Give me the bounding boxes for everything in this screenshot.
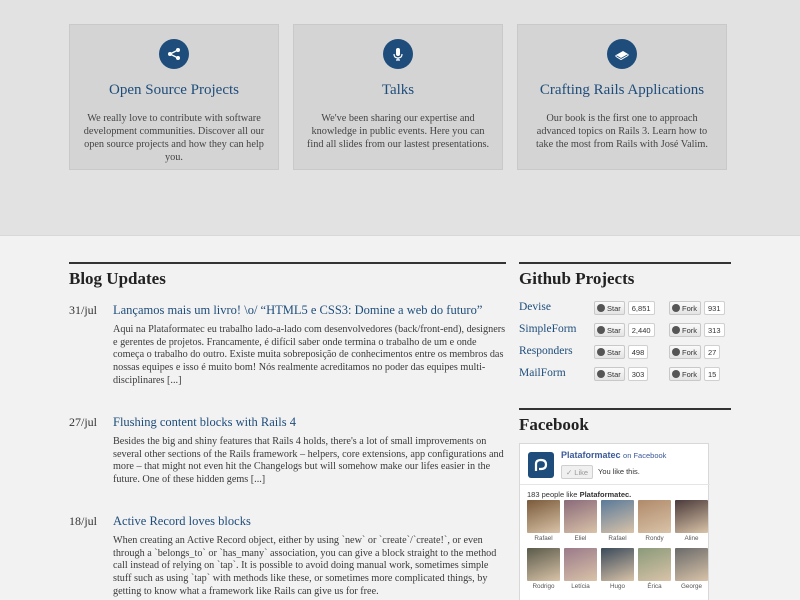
github-octocat-icon xyxy=(672,326,680,334)
star-count[interactable]: 6,851 xyxy=(627,301,655,315)
fan-avatar[interactable]: Aline xyxy=(675,500,708,542)
github-heading: Github Projects xyxy=(519,269,635,288)
github-octocat-icon xyxy=(597,304,605,312)
post-date: 27/jul xyxy=(69,415,98,429)
feature-title[interactable]: Talks xyxy=(306,80,490,100)
github-octocat-icon xyxy=(672,304,680,312)
star-button[interactable]: Star 498 xyxy=(594,345,649,359)
fan-avatar[interactable]: Rafael xyxy=(527,500,560,542)
feature-text: We really love to contribute with softwa… xyxy=(83,113,265,163)
you-like-text: You like this. xyxy=(598,467,640,476)
post-title-link[interactable]: Lançamos mais um livro! \o/ “HTML5 e CSS… xyxy=(113,303,482,318)
fan-avatar[interactable]: Rondy xyxy=(638,500,671,542)
post-excerpt: Aqui na Plataformatec eu trabalho lado-a… xyxy=(113,324,506,386)
repo-link[interactable]: SimpleForm xyxy=(519,323,577,335)
repo-row-mailform: MailForm Star 303 Fork 15 xyxy=(519,367,731,385)
fork-button[interactable]: Fork 313 xyxy=(669,323,725,337)
fork-count[interactable]: 15 xyxy=(704,367,721,381)
divider xyxy=(520,484,710,485)
repo-row-devise: Devise Star 6,851 Fork 931 xyxy=(519,301,731,319)
star-button[interactable]: Star 6,851 xyxy=(594,301,655,315)
github-octocat-icon xyxy=(672,348,680,356)
repo-link[interactable]: MailForm xyxy=(519,367,566,379)
feature-title[interactable]: Crafting Rails Applications xyxy=(530,80,714,100)
facebook-rule xyxy=(519,408,731,410)
post-excerpt: When creating an Active Record object, e… xyxy=(113,535,497,597)
repo-link[interactable]: Responders xyxy=(519,345,573,357)
fork-button[interactable]: Fork 931 xyxy=(669,301,725,315)
github-octocat-icon xyxy=(597,348,605,356)
fan-avatar[interactable]: Hugo xyxy=(601,548,634,590)
github-octocat-icon xyxy=(597,326,605,334)
fan-count: 183 people like Plataformatec. xyxy=(527,490,632,499)
feature-title[interactable]: Open Source Projects xyxy=(82,80,266,100)
facebook-heading: Facebook xyxy=(519,415,589,434)
plataformatec-logo[interactable] xyxy=(528,452,554,478)
facebook-page-link[interactable]: Plataformatec on Facebook xyxy=(561,450,666,460)
star-count[interactable]: 2,440 xyxy=(627,323,655,337)
star-count[interactable]: 303 xyxy=(627,367,649,381)
star-count[interactable]: 498 xyxy=(627,345,649,359)
post-title-link[interactable]: Active Record loves blocks xyxy=(113,514,251,529)
feature-talks[interactable]: Talks We've been sharing our expertise a… xyxy=(293,24,503,170)
book-icon xyxy=(607,39,637,69)
fan-avatar[interactable]: Érica xyxy=(638,548,671,590)
fork-button[interactable]: Fork 15 xyxy=(669,367,721,381)
github-octocat-icon xyxy=(597,370,605,378)
feature-text: Our book is the first one to approach ad… xyxy=(536,113,708,150)
fan-avatar[interactable]: George xyxy=(675,548,708,590)
feature-crafting-rails[interactable]: Crafting Rails Applications Our book is … xyxy=(517,24,727,170)
github-octocat-icon xyxy=(672,370,680,378)
facebook-like-button[interactable]: ✓ Like xyxy=(561,465,594,479)
repo-row-simpleform: SimpleForm Star 2,440 Fork 313 xyxy=(519,323,731,341)
post-date: 31/jul xyxy=(69,303,98,317)
check-icon: ✓ xyxy=(566,467,573,477)
fan-avatar[interactable]: Rodrigo xyxy=(527,548,560,590)
fan-avatar[interactable]: Eliel xyxy=(564,500,597,542)
post-excerpt: Besides the big and shiny features that … xyxy=(113,436,504,486)
microphone-icon xyxy=(383,39,413,69)
post-date: 18/jul xyxy=(69,514,98,528)
repo-row-responders: Responders Star 498 Fork 27 xyxy=(519,345,731,363)
share-icon xyxy=(159,39,189,69)
repo-link[interactable]: Devise xyxy=(519,301,551,313)
star-button[interactable]: Star 303 xyxy=(594,367,649,381)
fan-avatar[interactable]: Letícia xyxy=(564,548,597,590)
github-rule xyxy=(519,262,731,264)
fork-count[interactable]: 931 xyxy=(704,301,725,315)
blog-heading: Blog Updates xyxy=(69,269,166,288)
post-title-link[interactable]: Flushing content blocks with Rails 4 xyxy=(113,415,296,430)
feature-open-source[interactable]: Open Source Projects We really love to c… xyxy=(69,24,279,170)
fan-avatar[interactable]: Rafael xyxy=(601,500,634,542)
star-button[interactable]: Star 2,440 xyxy=(594,323,655,337)
fork-button[interactable]: Fork 27 xyxy=(669,345,721,359)
facebook-like-box: Plataformatec on Facebook ✓ Like You like… xyxy=(519,443,710,600)
fork-count[interactable]: 27 xyxy=(704,345,721,359)
blog-rule xyxy=(69,262,506,264)
feature-text: We've been sharing our expertise and kno… xyxy=(306,113,490,150)
fork-count[interactable]: 313 xyxy=(704,323,725,337)
